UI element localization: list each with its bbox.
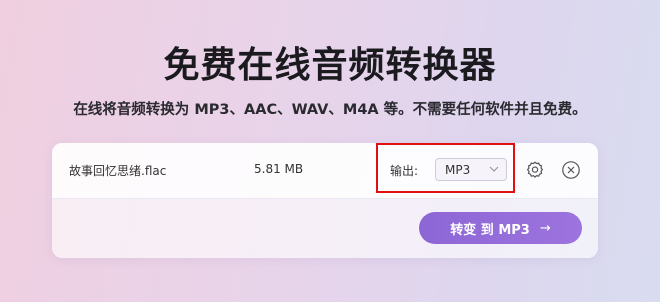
- file-size: 5.81 MB: [254, 162, 304, 176]
- gear-icon: [525, 161, 545, 184]
- chevron-down-icon: [489, 162, 499, 179]
- output-label: 输出:: [390, 164, 419, 178]
- settings-button[interactable]: [525, 160, 545, 180]
- file-row: 故事回忆思绪.flac 5.81 MB 输出: MP3: [52, 143, 598, 199]
- remove-file-button[interactable]: [561, 160, 581, 180]
- page-subtitle: 在线将音频转换为 MP3、AAC、WAV、M4A 等。不需要任何软件并且免费。: [73, 102, 587, 118]
- format-select[interactable]: MP3: [435, 158, 507, 181]
- converter-card: 故事回忆思绪.flac 5.81 MB 输出: MP3 转变 到 MP3 →: [52, 143, 598, 258]
- format-select-value: MP3: [445, 163, 471, 177]
- convert-button[interactable]: 转变 到 MP3 →: [419, 212, 582, 244]
- page-title: 免费在线音频转换器: [163, 45, 497, 86]
- convert-button-label: 转变 到 MP3: [450, 222, 530, 238]
- close-circle-icon: [561, 161, 581, 184]
- file-name: 故事回忆思绪.flac: [69, 164, 167, 178]
- arrow-right-icon: →: [539, 220, 551, 236]
